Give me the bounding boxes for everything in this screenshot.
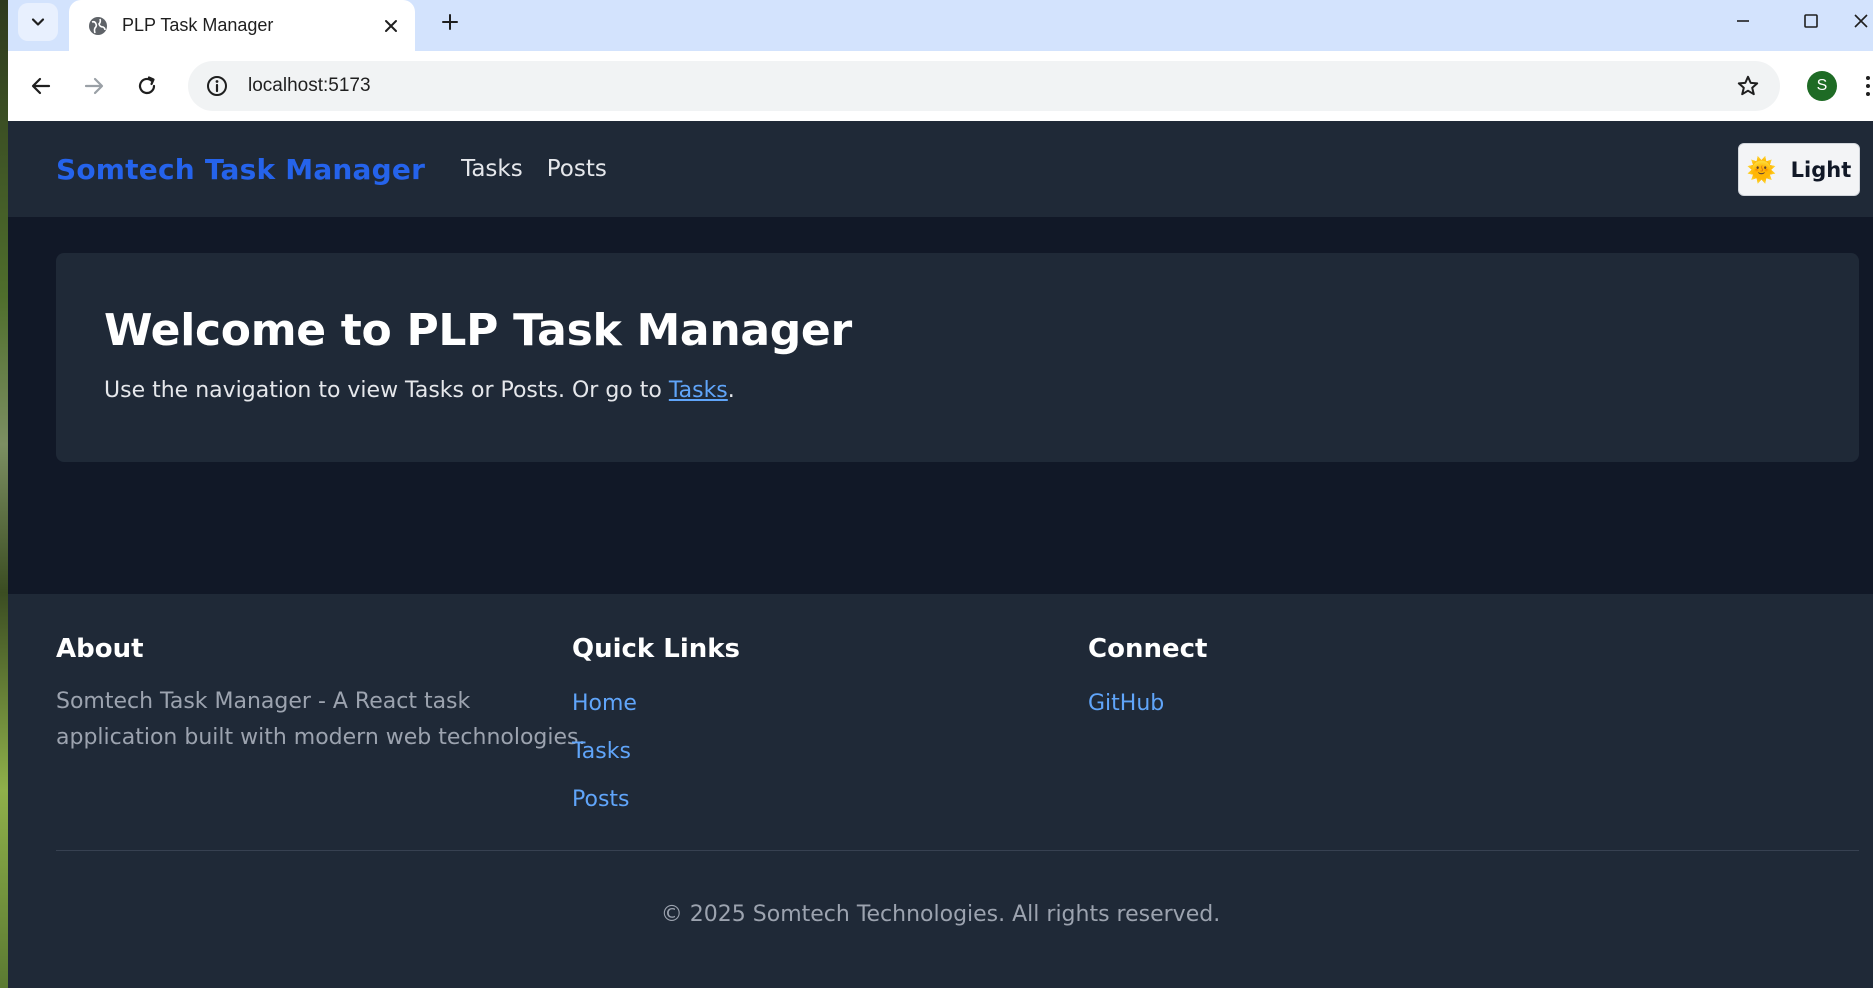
- quick-links-heading: Quick Links: [572, 634, 741, 664]
- desktop-background: [0, 0, 8, 988]
- footer-divider: [56, 850, 1859, 851]
- site-footer: About Somtech Task Manager - A React tas…: [8, 594, 1873, 988]
- footer-columns: About Somtech Task Manager - A React tas…: [56, 634, 1859, 834]
- tab-strip: PLP Task Manager: [8, 0, 1873, 51]
- about-text: Somtech Task Manager - A React task appl…: [56, 689, 586, 750]
- back-button[interactable]: [20, 65, 62, 107]
- minimize-icon: [1737, 20, 1749, 22]
- browser-window: PLP Task Manager localhost:5173 S Somtec…: [8, 0, 1873, 988]
- forward-button[interactable]: [73, 65, 115, 107]
- theme-toggle-button[interactable]: 🌞 Light: [1738, 143, 1860, 196]
- star-icon: [1737, 75, 1759, 96]
- info-icon: [207, 76, 227, 96]
- connect-heading: Connect: [1088, 634, 1208, 664]
- address-bar[interactable]: localhost:5173: [188, 61, 1780, 111]
- main-content: Welcome to PLP Task Manager Use the navi…: [8, 217, 1873, 596]
- close-icon: [385, 19, 397, 32]
- footer-link-tasks[interactable]: Tasks: [572, 738, 740, 766]
- reload-button[interactable]: [126, 65, 168, 107]
- footer-about: About Somtech Task Manager - A React tas…: [56, 634, 596, 756]
- maximize-icon: [1804, 14, 1818, 28]
- tasks-inline-link[interactable]: Tasks: [669, 378, 728, 403]
- nav-link-posts[interactable]: Posts: [547, 156, 607, 182]
- page-title: Welcome to PLP Task Manager: [104, 305, 852, 356]
- intro-text-end: .: [727, 378, 735, 403]
- about-heading: About: [56, 634, 144, 664]
- tab-search-button[interactable]: [18, 3, 58, 41]
- intro-text: Use the navigation to view Tasks or Post…: [104, 378, 1811, 403]
- copyright-text: © 2025 Somtech Technologies. All rights …: [660, 902, 1221, 927]
- footer-link-posts[interactable]: Posts: [572, 786, 740, 814]
- site-navbar: Somtech Task Manager Tasks Posts 🌞 Light: [8, 121, 1873, 217]
- close-window-button[interactable]: [1846, 0, 1873, 42]
- profile-avatar[interactable]: S: [1807, 71, 1837, 101]
- nav-link-tasks[interactable]: Tasks: [461, 156, 523, 182]
- tab-close-button[interactable]: [374, 9, 408, 43]
- footer-link-github[interactable]: GitHub: [1088, 690, 1207, 718]
- tab-title: PLP Task Manager: [122, 15, 274, 35]
- site-info-button[interactable]: [200, 69, 234, 103]
- browser-toolbar: localhost:5173 S: [8, 51, 1873, 121]
- chevron-down-icon: [31, 18, 45, 26]
- brand-logo-link[interactable]: Somtech Task Manager: [56, 153, 425, 186]
- url-text[interactable]: localhost:5173: [248, 75, 1730, 97]
- globe-icon: [89, 16, 107, 35]
- menu-dot: [1866, 76, 1870, 80]
- maximize-button[interactable]: [1781, 0, 1841, 42]
- arrow-right-icon: [84, 77, 104, 95]
- tab-active[interactable]: PLP Task Manager: [69, 0, 415, 51]
- footer-quick-links: Quick Links Home Tasks Posts: [572, 634, 740, 814]
- browser-menu-button[interactable]: [1858, 67, 1873, 105]
- footer-connect: Connect GitHub: [1088, 634, 1207, 718]
- sun-emoji-icon: 🌞: [1746, 155, 1777, 184]
- welcome-card: Welcome to PLP Task Manager Use the navi…: [56, 253, 1859, 462]
- web-page: Somtech Task Manager Tasks Posts 🌞 Light…: [8, 121, 1873, 988]
- reload-icon: [138, 76, 156, 95]
- intro-text-lead: Use the navigation to view Tasks or Post…: [104, 378, 669, 403]
- bookmark-button[interactable]: [1730, 68, 1766, 104]
- plus-icon: [442, 14, 458, 30]
- close-window-icon: [1854, 14, 1868, 28]
- theme-toggle-label: Light: [1790, 157, 1852, 182]
- menu-dot: [1866, 92, 1870, 96]
- minimize-button[interactable]: [1713, 0, 1773, 42]
- arrow-left-icon: [31, 77, 51, 95]
- footer-link-home[interactable]: Home: [572, 690, 740, 718]
- menu-dot: [1866, 84, 1870, 88]
- new-tab-button[interactable]: [432, 4, 468, 40]
